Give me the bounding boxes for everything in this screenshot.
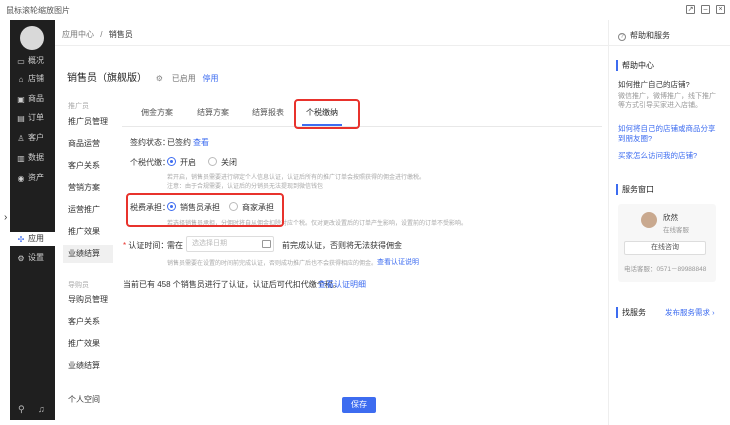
main-nav: ▭ 概况 ⌂ 店铺 ▣ 商品 ▤ 订单 ♙ 客户 ▥ 数据 ◉ 资产 ✣ 应用 ⚙ 设置 ⚲ ♫ [10,20,55,420]
tax-note-1: 若开启，销售员需要进行绑定个人信息认证，认证后所有的推广订单会按照获得的佣金进行… [167,175,426,181]
auth-suffix: 前完成认证，否则将无法获得佣金 [282,241,402,250]
agent-role: 在线客服 [663,227,689,234]
find-service-title: 找服务 [616,307,646,318]
nav-item-store[interactable]: ⌂ 店铺 [10,72,55,86]
tax-on-label[interactable]: 开启 [180,157,196,168]
search-icon[interactable]: ⚲ [18,404,25,415]
auth-time-label: * 认证时间： [123,241,169,250]
window-title: 鼠标滚轮缩放图片 [6,6,70,15]
nav-item-apps[interactable]: ✣ 应用 [10,232,55,246]
help-link-visit[interactable]: 买家怎么访问我的店铺? [618,151,718,161]
breadcrumb: 应用中心 / 销售员 [62,30,133,39]
nav-item-goods[interactable]: ▣ 商品 [10,92,55,106]
auth-summary: 当前已有 458 个销售员进行了认证，认证后可代扣代缴个税。 [123,280,341,289]
tab-settlement-report[interactable]: 结算报表 [252,107,284,118]
tax-withhold-label: 个税代缴： [130,158,170,167]
agent-name: 欣然 [663,213,678,222]
collapse-arrow-icon[interactable]: › [4,212,7,223]
sign-status-label: 签约状态： [130,138,170,147]
auth-prefix: 需在 [167,241,183,250]
goods-icon: ▣ [17,95,25,104]
submenu-item-active[interactable]: 业绩结算 [63,245,113,263]
nav-item-assets[interactable]: ◉ 资产 [10,171,55,185]
submenu-item[interactable]: 客户关系 [63,157,113,175]
gear-icon[interactable]: ⚙ [156,74,163,83]
service-window-title: 服务窗口 [616,184,654,195]
breadcrumb-root[interactable]: 应用中心 [62,30,94,39]
tab-divider [122,126,602,127]
data-icon: ▥ [17,154,25,163]
help-link-share[interactable]: 如何将自己的店铺或商品分享到朋友圈? [618,124,718,144]
submenu-item-personal-space[interactable]: 个人空间 [63,391,113,409]
submenu-item[interactable]: 营销方案 [63,179,113,197]
agent-avatar [641,212,657,228]
calendar-icon[interactable] [262,240,271,248]
highlight-box-tax-tab [294,99,360,129]
submenu-item[interactable]: 推广员管理 [63,113,113,131]
nav-item-customers[interactable]: ♙ 客户 [10,131,55,145]
store-icon: ⌂ [18,75,24,84]
bell-icon[interactable]: ♫ [38,404,45,414]
submenu-item[interactable]: 推广效果 [63,223,113,241]
page-header: 销售员（旗舰版） ⚙ 已启用 停用 [67,69,219,84]
customer-icon: ♙ [17,134,25,143]
submenu-item[interactable]: 业绩结算 [63,357,113,375]
tax-off-label[interactable]: 关闭 [221,157,237,168]
submenu-group-guide: 导购员 [68,282,89,289]
tax-off-radio[interactable] [208,157,217,166]
nav-item-data[interactable]: ▥ 数据 [10,151,55,165]
nav-item-settings[interactable]: ⚙ 设置 [10,251,55,265]
help-panel-header: ? 帮助和服务 [618,30,670,41]
sign-view-link[interactable]: 查看 [193,137,209,148]
page-title: 销售员（旗舰版） [67,73,147,84]
submenu-item[interactable]: 客户关系 [63,313,113,331]
question-icon: ? [618,33,626,41]
breadcrumb-current: 销售员 [108,30,133,39]
tab-commission[interactable]: 佣金方案 [141,107,173,118]
header-divider [55,45,608,46]
monitor-icon: ▭ [17,57,25,66]
settings-icon: ⚙ [17,254,25,263]
submenu-item[interactable]: 推广效果 [63,335,113,353]
submenu-item[interactable]: 导购员管理 [63,291,113,309]
save-button[interactable]: 保存 [342,397,376,413]
online-consult-button[interactable]: 在线咨询 [624,241,706,255]
phone-service: 电话客服：0571－89988848 [624,266,707,273]
close-icon[interactable]: × [716,5,725,14]
tax-note-2: 注意：由于合规需要，认证后的分销员无法提现到微信钱包 [167,184,324,190]
status-text: 已启用 [171,74,196,83]
help-question-1[interactable]: 如何推广自己的店铺? [618,79,690,90]
auth-note: 销售员需要在设置的时间前完成认证，否则成功推广后也不会获得相应的佣金。 [167,261,378,267]
auth-explain-link[interactable]: 查看认证说明 [377,257,419,267]
auth-date-input[interactable]: 选选择日期 [186,236,274,252]
submenu-item[interactable]: 商品运营 [63,135,113,153]
popout-icon[interactable]: ↗ [686,5,695,14]
help-header-divider [608,45,730,46]
highlight-box-tax-bearer [126,193,284,227]
minimize-icon[interactable]: – [701,5,710,14]
order-icon: ▤ [17,114,25,123]
nav-item-overview[interactable]: ▭ 概况 [10,54,55,68]
window-title-bar: 鼠标滚轮缩放图片 ↗ – × [0,0,730,20]
store-avatar[interactable] [20,26,44,50]
auth-detail-link[interactable]: 查看认证明细 [318,279,366,290]
post-service-request-link[interactable]: 发布服务需求 › [665,307,715,318]
apps-icon: ✣ [17,235,25,244]
tab-settlement-plan[interactable]: 结算方案 [197,107,229,118]
sign-status-value: 已签约 [167,138,191,147]
disable-link[interactable]: 停用 [203,74,219,83]
help-center-title: 帮助中心 [616,60,654,71]
nav-item-orders[interactable]: ▤ 订单 [10,111,55,125]
asset-icon: ◉ [17,174,25,183]
help-question-1-desc: 微信推广，微博推广，线下推广等方式引导买家进入店铺。 [618,93,716,109]
tax-on-radio[interactable] [167,157,176,166]
submenu-item[interactable]: 运营推广 [63,201,113,219]
submenu-group-promoter: 推广员 [68,103,89,110]
